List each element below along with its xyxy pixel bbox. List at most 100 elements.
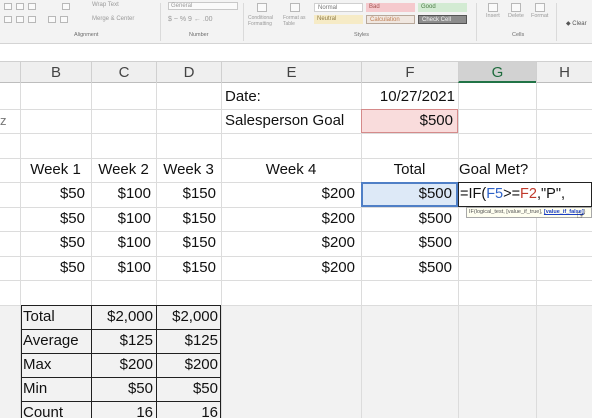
delete-icon[interactable] <box>511 3 521 12</box>
format-button[interactable]: Format <box>531 13 548 19</box>
column-header-b[interactable]: B <box>20 62 91 83</box>
goal-label[interactable]: Salesperson Goal <box>225 109 344 133</box>
insert-button[interactable]: Insert <box>486 13 500 19</box>
summary-label[interactable]: Average <box>23 329 79 353</box>
header-total[interactable]: Total <box>361 158 458 182</box>
insert-icon[interactable] <box>488 3 498 12</box>
mouse-pointer-icon: ☞ <box>576 210 586 222</box>
ribbon-separator <box>160 3 161 41</box>
header-week-1[interactable]: Week 1 <box>20 158 91 182</box>
data-cell[interactable]: $200 <box>221 256 355 280</box>
summary-cell[interactable]: $200 <box>156 353 218 377</box>
style-good[interactable]: Good <box>418 3 467 12</box>
style-bad[interactable]: Bad <box>366 3 415 12</box>
alignment-group-label: Alignment <box>74 32 99 38</box>
column-header-c[interactable]: C <box>91 62 156 83</box>
delete-button[interactable]: Delete <box>508 13 524 19</box>
conditional-formatting-icon[interactable] <box>257 3 267 12</box>
header-week-4[interactable]: Week 4 <box>221 158 361 182</box>
number-format-buttons[interactable]: $ ~ % 9 ← .00 <box>168 16 213 23</box>
data-cell[interactable]: $100 <box>91 231 151 255</box>
summary-cell[interactable]: $50 <box>156 377 218 401</box>
clear-button[interactable]: ◆ Clear <box>566 20 587 27</box>
style-check-cell[interactable]: Check Cell <box>418 15 467 24</box>
summary-cell[interactable]: 16 <box>156 401 218 418</box>
data-cell[interactable]: $50 <box>20 256 85 280</box>
format-as-table-icon[interactable] <box>290 3 300 12</box>
align-left-icon[interactable] <box>4 3 12 10</box>
increase-indent-icon[interactable] <box>60 16 68 23</box>
summary-label[interactable]: Max <box>23 353 51 377</box>
data-cell[interactable]: $500 <box>361 182 452 206</box>
style-normal[interactable]: Normal <box>314 3 363 12</box>
data-cell[interactable]: $200 <box>221 182 355 206</box>
data-cell[interactable]: $150 <box>156 182 216 206</box>
data-cell[interactable]: $150 <box>156 256 216 280</box>
date-label[interactable]: Date: <box>225 85 261 109</box>
column-header-g[interactable]: G <box>458 62 536 83</box>
style-calculation[interactable]: Calculation <box>366 15 415 24</box>
summary-label[interactable]: Min <box>23 377 47 401</box>
data-cell[interactable]: $100 <box>91 182 151 206</box>
formula-prefix: =IF( <box>460 186 487 202</box>
goal-value[interactable]: $500 <box>361 109 453 133</box>
date-value[interactable]: 10/27/2021 <box>361 85 455 109</box>
formula-operator: >= <box>503 186 521 202</box>
format-as-table-button[interactable]: Format as Table <box>283 15 311 27</box>
indent-left-icon[interactable] <box>16 16 24 23</box>
merge-center-button[interactable]: Merge & Center <box>92 16 134 22</box>
data-cell[interactable]: $100 <box>91 207 151 231</box>
data-cell[interactable]: $500 <box>361 207 452 231</box>
formula-bar-area <box>0 44 592 61</box>
summary-cell[interactable]: 16 <box>91 401 153 418</box>
tooltip-args: IF(logical_test, [value_if_true], <box>469 209 544 215</box>
conditional-formatting-button[interactable]: Conditional Formatting <box>248 15 280 27</box>
summary-cell[interactable]: $2,000 <box>91 305 153 329</box>
formula-entry[interactable]: =IF(F5>=F2,"P", <box>460 182 565 206</box>
function-tooltip: IF(logical_test, [value_if_true], [value… <box>466 207 592 218</box>
column-header-e[interactable]: E <box>221 62 361 83</box>
row-header-fragment: z <box>0 113 7 128</box>
data-cell[interactable]: $50 <box>20 182 85 206</box>
wrap-text-button[interactable]: Wrap Text <box>92 2 119 8</box>
data-cell[interactable]: $150 <box>156 231 216 255</box>
summary-cell[interactable]: $125 <box>91 329 153 353</box>
column-header-h[interactable]: H <box>536 62 592 83</box>
format-icon[interactable] <box>535 3 545 12</box>
data-cell[interactable]: $500 <box>361 231 452 255</box>
column-header-f[interactable]: F <box>361 62 458 83</box>
data-cell[interactable]: $200 <box>221 231 355 255</box>
number-format-dropdown[interactable]: General <box>168 2 238 10</box>
column-header-d[interactable]: D <box>156 62 221 83</box>
indent-right-icon[interactable] <box>28 16 36 23</box>
orientation-icon[interactable] <box>62 3 70 10</box>
summary-cell[interactable]: $200 <box>91 353 153 377</box>
header-week-2[interactable]: Week 2 <box>91 158 156 182</box>
align-right-icon[interactable] <box>28 3 36 10</box>
style-neutral[interactable]: Neutral <box>314 15 363 24</box>
summary-label[interactable]: Total <box>23 305 55 329</box>
summary-label[interactable]: Count <box>23 401 63 418</box>
align-center-icon[interactable] <box>16 3 24 10</box>
summary-cell[interactable]: $125 <box>156 329 218 353</box>
data-cell[interactable]: $200 <box>221 207 355 231</box>
data-cell[interactable]: $50 <box>20 231 85 255</box>
data-cell[interactable]: $100 <box>91 256 151 280</box>
summary-cell[interactable]: $2,000 <box>156 305 218 329</box>
data-cell[interactable]: $150 <box>156 207 216 231</box>
header-goal-met[interactable]: Goal Met? <box>459 158 528 182</box>
decrease-indent-icon[interactable] <box>48 16 56 23</box>
justify-icon[interactable] <box>4 16 12 23</box>
number-group-label: Number <box>189 32 209 38</box>
summary-cell[interactable]: $50 <box>91 377 153 401</box>
ribbon-separator <box>243 3 244 41</box>
formula-ref-f2: F2 <box>520 186 537 202</box>
formula-suffix: ,"P", <box>536 186 565 202</box>
data-cell[interactable]: $500 <box>361 256 452 280</box>
column-headers: B C D E F G H <box>0 61 592 83</box>
ribbon-separator <box>556 3 557 41</box>
gridline <box>0 133 592 134</box>
data-cell[interactable]: $50 <box>20 207 85 231</box>
formula-ref-f5: F5 <box>486 186 504 202</box>
header-week-3[interactable]: Week 3 <box>156 158 221 182</box>
